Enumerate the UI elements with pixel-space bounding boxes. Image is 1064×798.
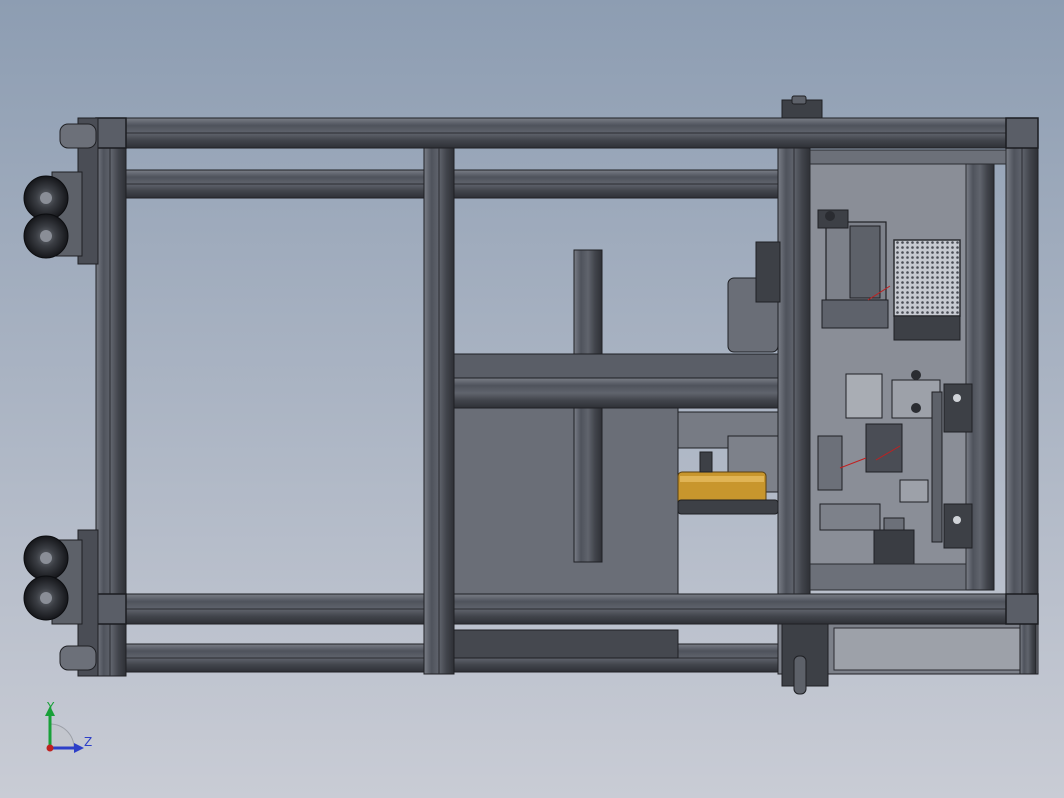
corner-block-tr [1005, 117, 1039, 149]
caster-hub-upper-2 [40, 230, 52, 242]
vertical-guide-bar[interactable] [573, 249, 603, 355]
lower-housing-base [453, 629, 679, 659]
caster-post-bottom [59, 645, 97, 671]
mount-plate-lower[interactable] [819, 503, 881, 531]
lower-housing[interactable] [453, 407, 679, 595]
gripper-module[interactable] [845, 373, 883, 419]
bay-top-header [809, 149, 1007, 165]
actuator-bracket[interactable] [821, 299, 889, 329]
bay-lower-plate [809, 563, 967, 591]
bolt-head-5 [953, 516, 961, 524]
motor-mount [755, 241, 781, 303]
bolt-head-4 [953, 394, 961, 402]
stepper-motor[interactable] [873, 529, 915, 565]
corner-block-br [1005, 593, 1039, 625]
power-supply-base [893, 315, 961, 341]
slide-block[interactable] [899, 479, 929, 503]
caster-hub-upper-1 [40, 192, 52, 204]
frame-lower-right-panel [833, 627, 1021, 671]
top-clamp-knob [791, 95, 807, 105]
triad-origin [46, 744, 54, 752]
stepper-motor-shaft [883, 517, 905, 531]
corner-block-tl [95, 117, 127, 149]
bottom-clamp-handle[interactable] [793, 655, 807, 695]
cad-viewport[interactable]: Y Z [0, 0, 1064, 798]
triad-z-label: Z [84, 735, 92, 749]
caster-hub-lower-2 [40, 592, 52, 604]
roller-flange [677, 499, 779, 515]
frame-lower-right-post[interactable] [1019, 623, 1037, 675]
bolt-head-1 [911, 370, 921, 380]
corner-block-bl [95, 593, 127, 625]
power-supply[interactable] [893, 239, 961, 317]
gripper-arm [931, 391, 943, 543]
roller-shaft [699, 451, 713, 473]
lower-guide-bar[interactable] [573, 407, 603, 563]
bolt-head-2 [911, 403, 921, 413]
horizontal-beam-rail [453, 377, 779, 409]
brass-roller-highlight [680, 476, 764, 482]
triad-y-label: Y [46, 700, 55, 714]
caster-post-top [59, 123, 97, 149]
cylinder-rod [849, 225, 881, 299]
bracket-lower-right[interactable] [943, 503, 973, 549]
sensor-bracket [817, 435, 843, 491]
bolt-head-3 [825, 211, 835, 221]
bracket-upper-right[interactable] [943, 383, 973, 433]
cad-drawing[interactable]: Y Z [0, 0, 1064, 798]
caster-hub-lower-1 [40, 552, 52, 564]
frame-left-post[interactable] [95, 117, 127, 677]
